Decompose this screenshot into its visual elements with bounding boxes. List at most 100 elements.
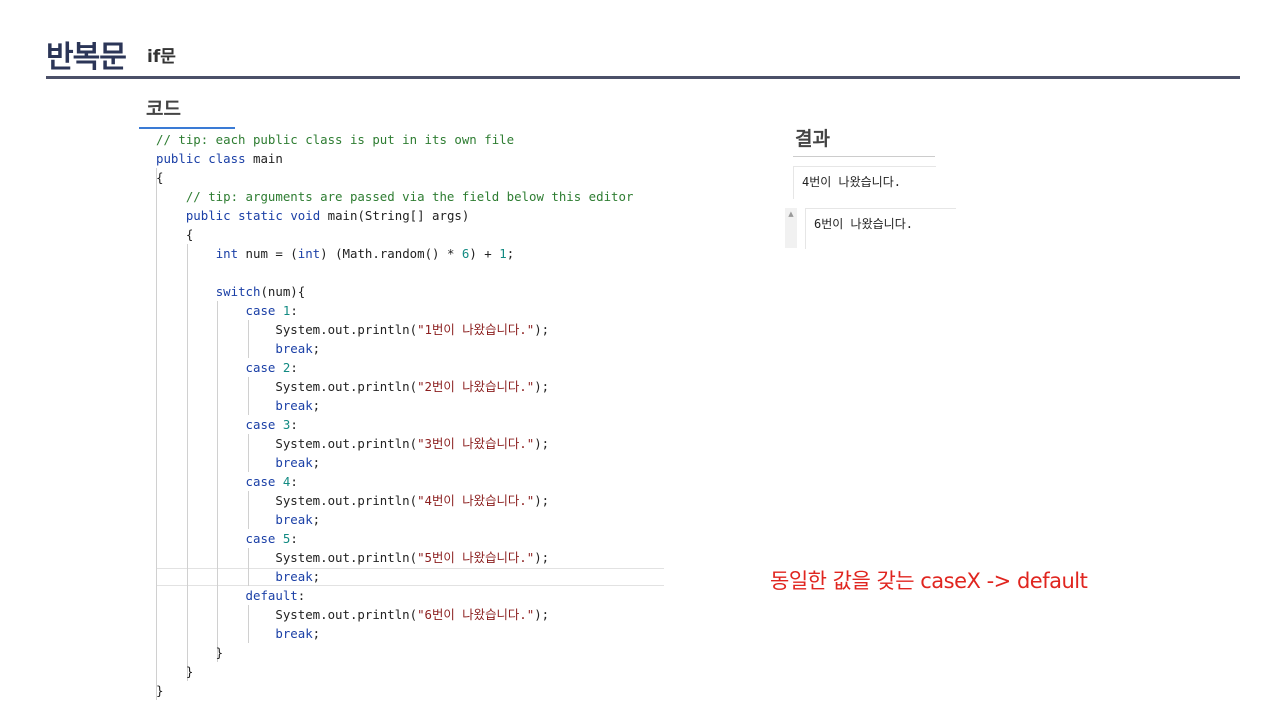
code-line: default: [156, 586, 306, 605]
code-token: ; [312, 512, 321, 527]
code-token: System.out.println( [156, 550, 418, 565]
code-token: System.out.println( [156, 379, 418, 394]
code-token: 1 [499, 246, 507, 261]
code-token: static [238, 208, 283, 223]
code-token: // tip: each public class is put in its … [156, 132, 515, 147]
code-token: case [245, 474, 276, 489]
code-token: System.out.println( [156, 493, 418, 508]
code-heading-underline [139, 127, 235, 129]
code-line: System.out.println("2번이 나왔습니다."); [156, 377, 549, 396]
code-line: System.out.println("1번이 나왔습니다."); [156, 320, 549, 339]
result-heading-underline [793, 156, 935, 157]
code-token: } [156, 645, 224, 660]
code-token: "3번이 나왔습니다." [417, 436, 535, 451]
code-token: case [245, 303, 276, 318]
code-token: // tip: arguments are passed via the fie… [185, 189, 634, 204]
code-line: case 2: [156, 358, 298, 377]
code-line: System.out.println("6번이 나왔습니다."); [156, 605, 549, 624]
code-line: break; [156, 453, 320, 472]
code-token: : [290, 360, 298, 375]
code-line: break; [156, 396, 320, 415]
code-token: break [275, 455, 313, 470]
code-token: "6번이 나왔습니다." [417, 607, 535, 622]
code-token: main(String[] args) [320, 208, 470, 223]
code-token: break [275, 626, 313, 641]
code-token: ); [534, 493, 550, 508]
code-token: : [290, 417, 298, 432]
code-line: { [156, 225, 193, 244]
code-line: break; [156, 510, 320, 529]
code-token: ; [312, 341, 321, 356]
code-line: } [156, 643, 223, 662]
scroll-up-arrow-icon[interactable]: ▲ [785, 210, 797, 218]
code-token: num = ( [238, 246, 298, 261]
code-line: public static void main(String[] args) [156, 206, 470, 225]
code-token: "1번이 나왔습니다." [417, 322, 535, 337]
code-token: ; [312, 398, 321, 413]
code-token: ); [534, 607, 550, 622]
code-token: : [290, 531, 298, 546]
code-token: ; [506, 246, 515, 261]
page-subtitle: if문 [147, 47, 176, 67]
code-token: public [156, 151, 201, 166]
code-line: System.out.println("5번이 나왔습니다."); [156, 548, 549, 567]
code-token: ; [312, 626, 321, 641]
code-line: } [156, 662, 193, 681]
code-token: case [245, 531, 276, 546]
code-line: case 3: [156, 415, 298, 434]
result-output-text: 4번이 나왔습니다. [802, 175, 901, 189]
code-token: int [297, 246, 321, 261]
code-token: System.out.println( [156, 607, 418, 622]
code-token: void [290, 208, 321, 223]
result-output-box: 6번이 나왔습니다. [805, 208, 956, 249]
code-line: case 1: [156, 301, 298, 320]
code-token: : [290, 474, 298, 489]
result-output-text: 6번이 나왔습니다. [814, 217, 913, 231]
code-token: "5번이 나왔습니다." [417, 550, 535, 565]
code-token: } [156, 664, 194, 679]
result-output-box: 4번이 나왔습니다. [793, 166, 936, 199]
code-line: { [156, 168, 163, 187]
code-line: case 4: [156, 472, 298, 491]
code-token: int [215, 246, 239, 261]
code-token: class [208, 151, 246, 166]
code-token: ) + [469, 246, 500, 261]
code-line: } [156, 681, 163, 700]
code-token: break [275, 341, 313, 356]
code-line: // tip: arguments are passed via the fie… [156, 187, 634, 206]
code-block: // tip: each public class is put in its … [156, 130, 664, 710]
title-divider [46, 76, 1240, 79]
code-token: ); [534, 550, 550, 565]
code-line: switch(num){ [156, 282, 306, 301]
code-token: } [156, 683, 164, 698]
result-heading: 결과 [795, 128, 830, 150]
code-token: case [245, 417, 276, 432]
code-line: int num = (int) (Math.random() * 6) + 1; [156, 244, 514, 263]
code-line: public class main [156, 149, 283, 168]
page-title: 반복문 [46, 40, 127, 75]
code-token: "4번이 나왔습니다." [417, 493, 535, 508]
code-token: public [185, 208, 231, 223]
code-token: ; [312, 455, 321, 470]
scrollbar[interactable]: ▲ [785, 208, 797, 248]
code-line: break; [156, 339, 320, 358]
code-token: break [275, 569, 313, 584]
code-token: ); [534, 379, 550, 394]
code-token: default [245, 588, 298, 603]
code-line: // tip: each public class is put in its … [156, 130, 514, 149]
